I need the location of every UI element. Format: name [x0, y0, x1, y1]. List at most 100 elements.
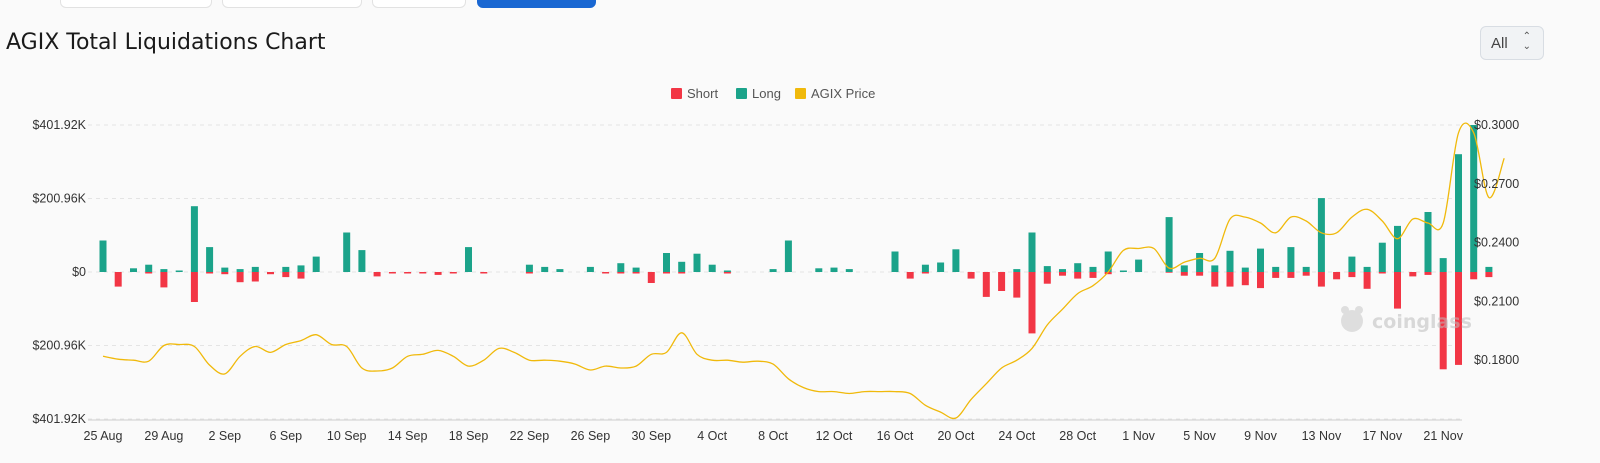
short-bar[interactable]: [1043, 272, 1051, 284]
short-bar[interactable]: [663, 272, 670, 274]
short-bar[interactable]: [647, 272, 655, 283]
short-bar[interactable]: [998, 272, 1006, 291]
long-bar[interactable]: [556, 269, 564, 272]
short-bar[interactable]: [449, 272, 457, 274]
long-bar[interactable]: [1196, 253, 1204, 272]
short-bar[interactable]: [190, 272, 198, 302]
long-bar[interactable]: [1013, 269, 1021, 272]
long-bar[interactable]: [1455, 154, 1462, 272]
legend-item-long[interactable]: Long: [736, 86, 781, 101]
short-bar[interactable]: [1272, 272, 1280, 278]
short-bar[interactable]: [160, 272, 168, 288]
long-bar[interactable]: [708, 264, 716, 272]
long-bar[interactable]: [1028, 232, 1036, 273]
short-bar[interactable]: [1241, 272, 1249, 286]
short-bar[interactable]: [1317, 272, 1325, 287]
long-bar[interactable]: [1165, 217, 1173, 272]
short-bar[interactable]: [221, 272, 229, 275]
long-bar[interactable]: [221, 267, 229, 272]
long-bar[interactable]: [769, 269, 777, 272]
long-bar[interactable]: [251, 266, 259, 272]
long-bar[interactable]: [1302, 266, 1310, 272]
long-bar[interactable]: [343, 232, 351, 273]
short-bar[interactable]: [602, 272, 610, 274]
short-bar[interactable]: [1226, 272, 1234, 287]
long-bar[interactable]: [617, 263, 625, 272]
short-bar[interactable]: [404, 272, 412, 274]
long-bar[interactable]: [1059, 269, 1066, 272]
long-bar[interactable]: [952, 249, 960, 272]
long-bar[interactable]: [1287, 247, 1295, 272]
legend-item-price[interactable]: AGIX Price: [795, 86, 875, 101]
long-bar[interactable]: [830, 267, 838, 272]
short-bar[interactable]: [145, 272, 153, 274]
short-bar[interactable]: [1074, 272, 1082, 279]
short-bar[interactable]: [388, 272, 396, 274]
long-bar[interactable]: [465, 247, 472, 272]
long-bar[interactable]: [1439, 258, 1447, 272]
short-bar[interactable]: [1470, 272, 1478, 280]
short-bar[interactable]: [206, 272, 214, 274]
short-bar[interactable]: [373, 272, 381, 277]
long-bar[interactable]: [1378, 242, 1386, 272]
short-bar[interactable]: [525, 272, 533, 274]
long-bar[interactable]: [1272, 266, 1280, 272]
long-bar[interactable]: [921, 264, 929, 272]
short-bar[interactable]: [1333, 272, 1341, 280]
long-bar[interactable]: [1226, 250, 1234, 272]
short-bar[interactable]: [297, 272, 305, 279]
short-bar[interactable]: [1257, 272, 1264, 289]
short-bar[interactable]: [419, 272, 427, 274]
short-bar[interactable]: [1165, 272, 1173, 273]
long-bar[interactable]: [693, 253, 701, 272]
short-bar[interactable]: [267, 272, 274, 275]
long-bar[interactable]: [815, 268, 823, 272]
long-bar[interactable]: [358, 250, 366, 272]
long-bar[interactable]: [1043, 266, 1051, 272]
long-bar[interactable]: [723, 270, 731, 273]
short-bar[interactable]: [723, 272, 731, 274]
short-bar[interactable]: [1394, 272, 1401, 309]
long-bar[interactable]: [1211, 265, 1219, 272]
short-bar[interactable]: [1485, 272, 1493, 278]
long-bar[interactable]: [663, 253, 670, 272]
long-bar[interactable]: [130, 268, 137, 272]
short-bar[interactable]: [1363, 272, 1371, 289]
short-bar[interactable]: [906, 272, 914, 279]
long-bar[interactable]: [160, 269, 168, 272]
short-bar[interactable]: [967, 272, 975, 279]
short-bar[interactable]: [1424, 272, 1432, 275]
long-bar[interactable]: [784, 240, 792, 273]
long-bar[interactable]: [297, 265, 305, 272]
short-bar[interactable]: [1089, 272, 1097, 278]
long-bar[interactable]: [282, 266, 290, 272]
long-bar[interactable]: [145, 264, 153, 272]
short-bar[interactable]: [1059, 272, 1066, 276]
short-bar[interactable]: [114, 272, 122, 287]
long-bar[interactable]: [1241, 267, 1249, 272]
long-bar[interactable]: [1317, 198, 1325, 272]
long-bar[interactable]: [175, 270, 183, 273]
short-bar[interactable]: [1028, 272, 1036, 334]
long-bar[interactable]: [236, 269, 244, 272]
long-bar[interactable]: [1348, 256, 1356, 272]
long-bar[interactable]: [1394, 225, 1401, 272]
long-bar[interactable]: [1424, 212, 1432, 272]
long-bar[interactable]: [1363, 266, 1371, 272]
long-bar[interactable]: [1135, 259, 1143, 272]
short-bar[interactable]: [1287, 272, 1295, 278]
long-bar[interactable]: [632, 267, 640, 272]
long-bar[interactable]: [1089, 266, 1097, 272]
short-bar[interactable]: [617, 272, 625, 274]
short-bar[interactable]: [632, 272, 640, 274]
long-bar[interactable]: [891, 251, 899, 273]
short-bar[interactable]: [480, 272, 488, 274]
short-bar[interactable]: [982, 272, 990, 297]
short-bar[interactable]: [434, 272, 442, 275]
long-bar[interactable]: [1119, 270, 1127, 273]
long-bar[interactable]: [1074, 263, 1082, 272]
long-bar[interactable]: [99, 240, 107, 273]
long-bar[interactable]: [678, 261, 686, 272]
short-bar[interactable]: [1348, 272, 1356, 278]
short-bar[interactable]: [1378, 272, 1386, 274]
